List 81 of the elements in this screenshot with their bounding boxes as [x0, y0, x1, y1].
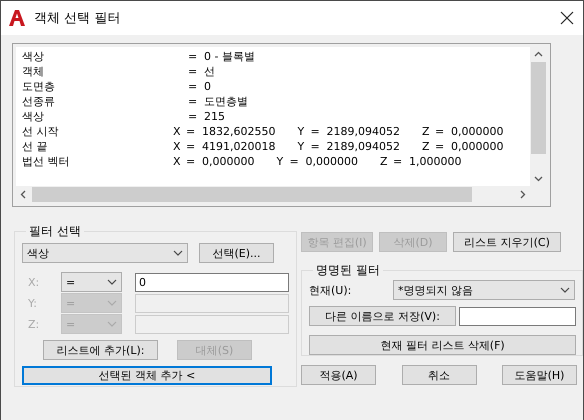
axis-label: Y: [297, 124, 306, 139]
filter-name-field[interactable]: [459, 306, 576, 326]
axis-label: Z: [380, 154, 389, 169]
scroll-up-icon: [534, 51, 543, 57]
group-label: 필터 선택: [28, 223, 82, 240]
add-to-list-button[interactable]: 리스트에 추가(L):: [43, 340, 158, 360]
scroll-right-icon: [520, 190, 526, 199]
axis-label: Y: [276, 154, 284, 169]
axis-label: Y:: [28, 296, 38, 310]
axis-label: Z: [422, 139, 431, 154]
save-as-button[interactable]: 다른 이름으로 저장(V):: [309, 306, 456, 326]
operator-text: =: [186, 154, 196, 169]
property-dropdown[interactable]: 색상: [22, 243, 188, 263]
coordinate-value: 1,000000: [409, 154, 462, 169]
axis-label: X: [173, 124, 182, 139]
scroll-left-icon: [20, 190, 26, 199]
operator-dropdown[interactable]: =: [61, 272, 122, 292]
operator-text: =: [186, 124, 196, 139]
axis-label: X: [173, 154, 182, 169]
axis-label: Y: [297, 139, 306, 154]
coordinate-value: 0,000000: [202, 154, 254, 169]
operator-text: =: [310, 124, 321, 139]
property-name: 색상: [22, 109, 45, 124]
help-button[interactable]: 도움말(H): [502, 365, 577, 385]
field-label: 현재(U):: [309, 282, 352, 298]
operator-text: =: [310, 139, 321, 154]
value-field[interactable]: [135, 294, 289, 312]
app-logo-icon: [8, 9, 26, 27]
chevron-down-icon: [107, 321, 117, 327]
coordinate-value: 4191,020018: [202, 139, 276, 154]
current-filter-dropdown[interactable]: *명명되지 않음: [393, 280, 575, 300]
operator-text: =: [393, 154, 404, 169]
close-icon[interactable]: [559, 10, 575, 26]
property-name: 선종류: [22, 94, 56, 109]
value-field[interactable]: [135, 314, 289, 334]
property-value: 0: [204, 79, 211, 94]
scrollbar-thumb[interactable]: [531, 62, 546, 154]
coordinate-value: 0,000000: [450, 139, 504, 154]
operator-text: =: [434, 139, 446, 154]
delete-filter-list-button[interactable]: 현재 필터 리스트 삭제(F): [309, 335, 576, 355]
property-name: 색상: [22, 49, 45, 64]
coordinate-value: 0,000000: [450, 124, 504, 139]
operator-text: =: [290, 154, 300, 169]
operator-text: =: [188, 64, 198, 79]
scrollbar-thumb[interactable]: [32, 187, 472, 202]
group-label: 명명된 필터: [315, 262, 381, 279]
axis-label: X:: [28, 276, 40, 288]
value-field[interactable]: 0: [135, 272, 289, 292]
operator-text: =: [188, 49, 198, 64]
property-name: 선 시작: [22, 124, 60, 139]
axis-label: Z: [422, 124, 431, 139]
coordinate-value: 0,000000: [306, 154, 358, 169]
operator-text: =: [186, 139, 196, 154]
operator-text: =: [188, 94, 198, 109]
coordinate-value: 2189,094052: [326, 139, 400, 154]
axis-label: Z:: [28, 318, 40, 330]
coordinate-value: 1832,602550: [202, 124, 276, 139]
apply-button[interactable]: 적용(A): [301, 365, 376, 385]
operator-text: =: [434, 124, 446, 139]
add-selected-objects-button[interactable]: 선택된 객체 추가 <: [22, 366, 272, 385]
property-value: 0 - 블록별: [204, 49, 255, 64]
property-value: 도면층별: [204, 94, 248, 109]
select-button[interactable]: 선택(E)...: [199, 243, 274, 263]
cancel-button[interactable]: 취소: [402, 365, 476, 385]
window-title: 객체 선택 필터: [34, 10, 122, 27]
operator-text: =: [188, 109, 198, 124]
list-action-button[interactable]: 리스트 지우기(C): [453, 232, 561, 252]
chevron-down-icon: [560, 287, 570, 293]
property-value: 선: [204, 64, 215, 79]
axis-label: X: [173, 139, 182, 154]
chevron-down-icon: [107, 300, 117, 306]
property-name: 객체: [22, 64, 45, 79]
property-name: 선 끝: [22, 139, 48, 154]
coordinate-value: 2189,094052: [326, 124, 400, 139]
operator-text: =: [188, 79, 198, 94]
scroll-down-icon: [534, 176, 543, 182]
chevron-down-icon: [173, 250, 183, 256]
property-name: 법선 벡터: [22, 154, 70, 169]
property-name: 도면층: [22, 79, 56, 94]
chevron-down-icon: [107, 279, 117, 285]
property-value: 215: [204, 109, 225, 124]
